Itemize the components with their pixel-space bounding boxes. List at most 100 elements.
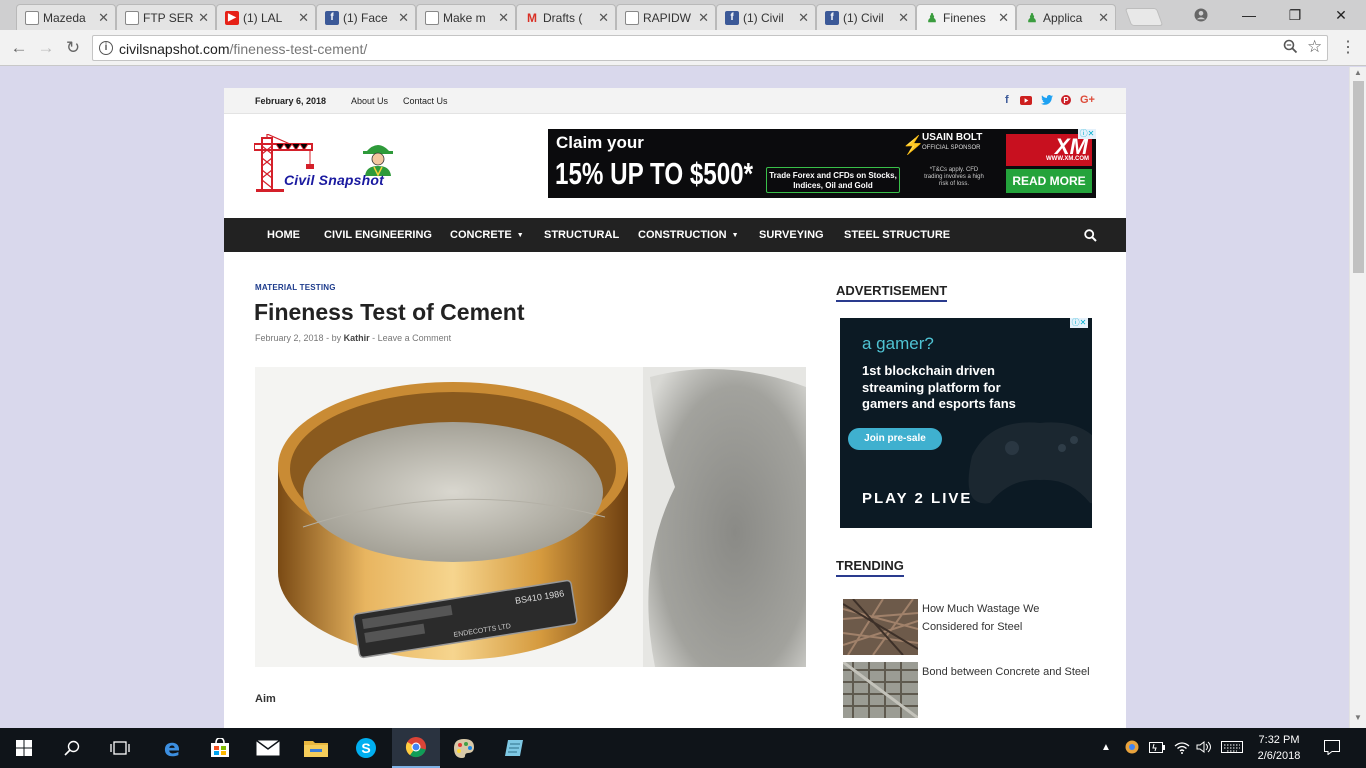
paint-icon[interactable] [440,728,488,768]
scroll-down-arrow-icon[interactable]: ▼ [1350,712,1366,724]
header-ad-banner[interactable]: Claim your 15% UP TO $500* Trade Forex a… [548,129,1096,198]
back-button[interactable]: ← [8,37,30,59]
browser-tab[interactable]: f (1) Civil ✕ [816,4,916,30]
chrome-taskbar-icon[interactable] [392,728,440,768]
close-tab-icon[interactable]: ✕ [1098,10,1109,26]
browser-tab[interactable]: RAPIDW ✕ [616,4,716,30]
nav-civil-engineering[interactable]: CIVIL ENGINEERING [324,218,432,252]
file-explorer-icon[interactable] [292,728,340,768]
browser-tab[interactable]: f (1) Face ✕ [316,4,416,30]
close-tab-icon[interactable]: ✕ [298,10,309,26]
page-scrollbar[interactable]: ▲ ▼ [1349,67,1366,728]
profile-icon[interactable] [1178,0,1224,30]
ad-read-more-button[interactable]: READ MORE [1006,169,1092,193]
trending-item[interactable]: Bond between Concrete and Steel [843,662,1103,718]
restore-button[interactable]: ❐ [1272,0,1318,30]
browser-tab[interactable]: f (1) Civil ✕ [716,4,816,30]
trending-title[interactable]: How Much Wastage We Considered for Steel [922,600,1092,636]
ad-choices-icon[interactable]: ⓘ✕ [1070,318,1088,328]
browser-tab[interactable]: Make m ✕ [416,4,516,30]
close-tab-icon[interactable]: ✕ [998,10,1009,26]
browser-tab-active[interactable]: ♟ Finenes ✕ [916,4,1016,30]
browser-tab[interactable]: ▶ (1) LAL ✕ [216,4,316,30]
nav-concrete[interactable]: CONCRETE ▼ [450,218,524,252]
bookmark-star-icon[interactable]: ☆ [1307,37,1322,57]
forward-button[interactable]: → [35,37,57,59]
minimize-button[interactable]: — [1226,0,1272,30]
scrollbar-thumb[interactable] [1353,81,1364,273]
trending-item[interactable]: How Much Wastage We Considered for Steel [843,599,1103,655]
close-tab-icon[interactable]: ✕ [198,10,209,26]
facebook-icon[interactable]: f [1005,94,1009,106]
task-view-icon[interactable] [96,728,144,768]
close-tab-icon[interactable]: ✕ [98,10,109,26]
close-tab-icon[interactable]: ✕ [398,10,409,26]
site-info-icon[interactable]: i [99,41,113,55]
browser-tab[interactable]: Mazeda ✕ [16,4,116,30]
search-icon[interactable] [48,728,96,768]
google-plus-icon[interactable]: G+ [1080,94,1095,106]
facebook-icon: f [825,11,839,25]
close-tab-icon[interactable]: ✕ [598,10,609,26]
nav-surveying[interactable]: SURVEYING [759,218,824,252]
address-bar[interactable]: i civilsnapshot.com/fineness-test-cement… [92,35,1328,61]
ad-brand-url: WWW.XM.COM [1046,156,1089,162]
close-tab-icon[interactable]: ✕ [898,10,909,26]
nav-structural[interactable]: STRUCTURAL [544,218,619,252]
new-tab-button[interactable] [1124,8,1164,26]
search-icon[interactable] [1078,218,1102,252]
reload-button[interactable]: ↻ [62,37,84,59]
windows-start-button[interactable] [0,728,48,768]
close-tab-icon[interactable]: ✕ [498,10,509,26]
clock-date: 2/6/2018 [1257,750,1301,762]
contact-us-link[interactable]: Contact Us [403,96,448,106]
twitter-icon[interactable] [1041,95,1053,108]
close-tab-icon[interactable]: ✕ [798,10,809,26]
ad-claim-text: Claim your [556,133,644,152]
power-icon[interactable] [1149,728,1165,768]
volume-icon[interactable] [1196,728,1212,768]
site-logo[interactable]: Civil Snapshot [253,133,410,192]
chrome-menu-icon[interactable]: ⋮ [1340,38,1356,58]
browser-tab[interactable]: M Drafts (✕ [516,4,616,30]
youtube-icon[interactable] [1020,96,1032,108]
ad-choices-icon[interactable]: ⓘ✕ [1078,129,1096,139]
close-window-button[interactable]: ✕ [1318,0,1364,30]
trending-thumbnail[interactable] [843,599,918,655]
mail-icon[interactable] [244,728,292,768]
scroll-up-arrow-icon[interactable]: ▲ [1350,67,1366,79]
wifi-icon[interactable] [1174,728,1190,768]
skype-icon[interactable]: S [342,728,390,768]
article-date[interactable]: February 2, 2018 [255,333,324,343]
join-presale-button[interactable]: Join pre-sale [848,428,942,450]
close-tab-icon[interactable]: ✕ [698,10,709,26]
zoom-icon[interactable] [1283,39,1298,58]
sidebar-ad[interactable]: a gamer? 1st blockchain driven streaming… [840,318,1092,528]
action-center-icon[interactable] [1324,728,1340,768]
trending-title[interactable]: Bond between Concrete and Steel [922,663,1092,681]
nav-construction[interactable]: CONSTRUCTION ▼ [638,218,739,252]
notepad-app-icon[interactable] [490,728,538,768]
article-category[interactable]: MATERIAL TESTING [255,283,336,292]
taskbar-clock[interactable]: 7:32 PM 2/6/2018 [1248,732,1310,764]
nav-steel-structure[interactable]: STEEL STRUCTURE [844,218,950,252]
keyboard-icon[interactable] [1221,728,1243,768]
section-heading-aim: Aim [255,693,276,705]
show-hidden-icons-icon[interactable]: ▲ [1101,728,1111,768]
article-title: Fineness Test of Cement [254,299,525,325]
browser-tab[interactable]: FTP SER ✕ [116,4,216,30]
article-author[interactable]: Kathir [344,333,370,343]
trending-thumbnail[interactable] [843,662,918,718]
edge-browser-icon[interactable]: e [148,728,196,768]
url-text[interactable]: civilsnapshot.com/fineness-test-cement/ [119,41,367,57]
top-bar: February 6, 2018 About Us Contact Us f P… [224,88,1126,114]
leave-comment-link[interactable]: Leave a Comment [378,333,452,343]
pinterest-icon[interactable]: P [1061,95,1071,108]
chrome-tray-icon[interactable] [1125,728,1139,768]
nav-home[interactable]: HOME [267,218,300,252]
ad-sponsor-role: OFFICIAL SPONSOR [922,145,981,151]
about-us-link[interactable]: About Us [351,96,388,106]
store-icon[interactable] [196,728,244,768]
ad-brand: PLAY 2 LIVE [862,490,973,507]
browser-tab[interactable]: ♟ Applica ✕ [1016,4,1116,30]
